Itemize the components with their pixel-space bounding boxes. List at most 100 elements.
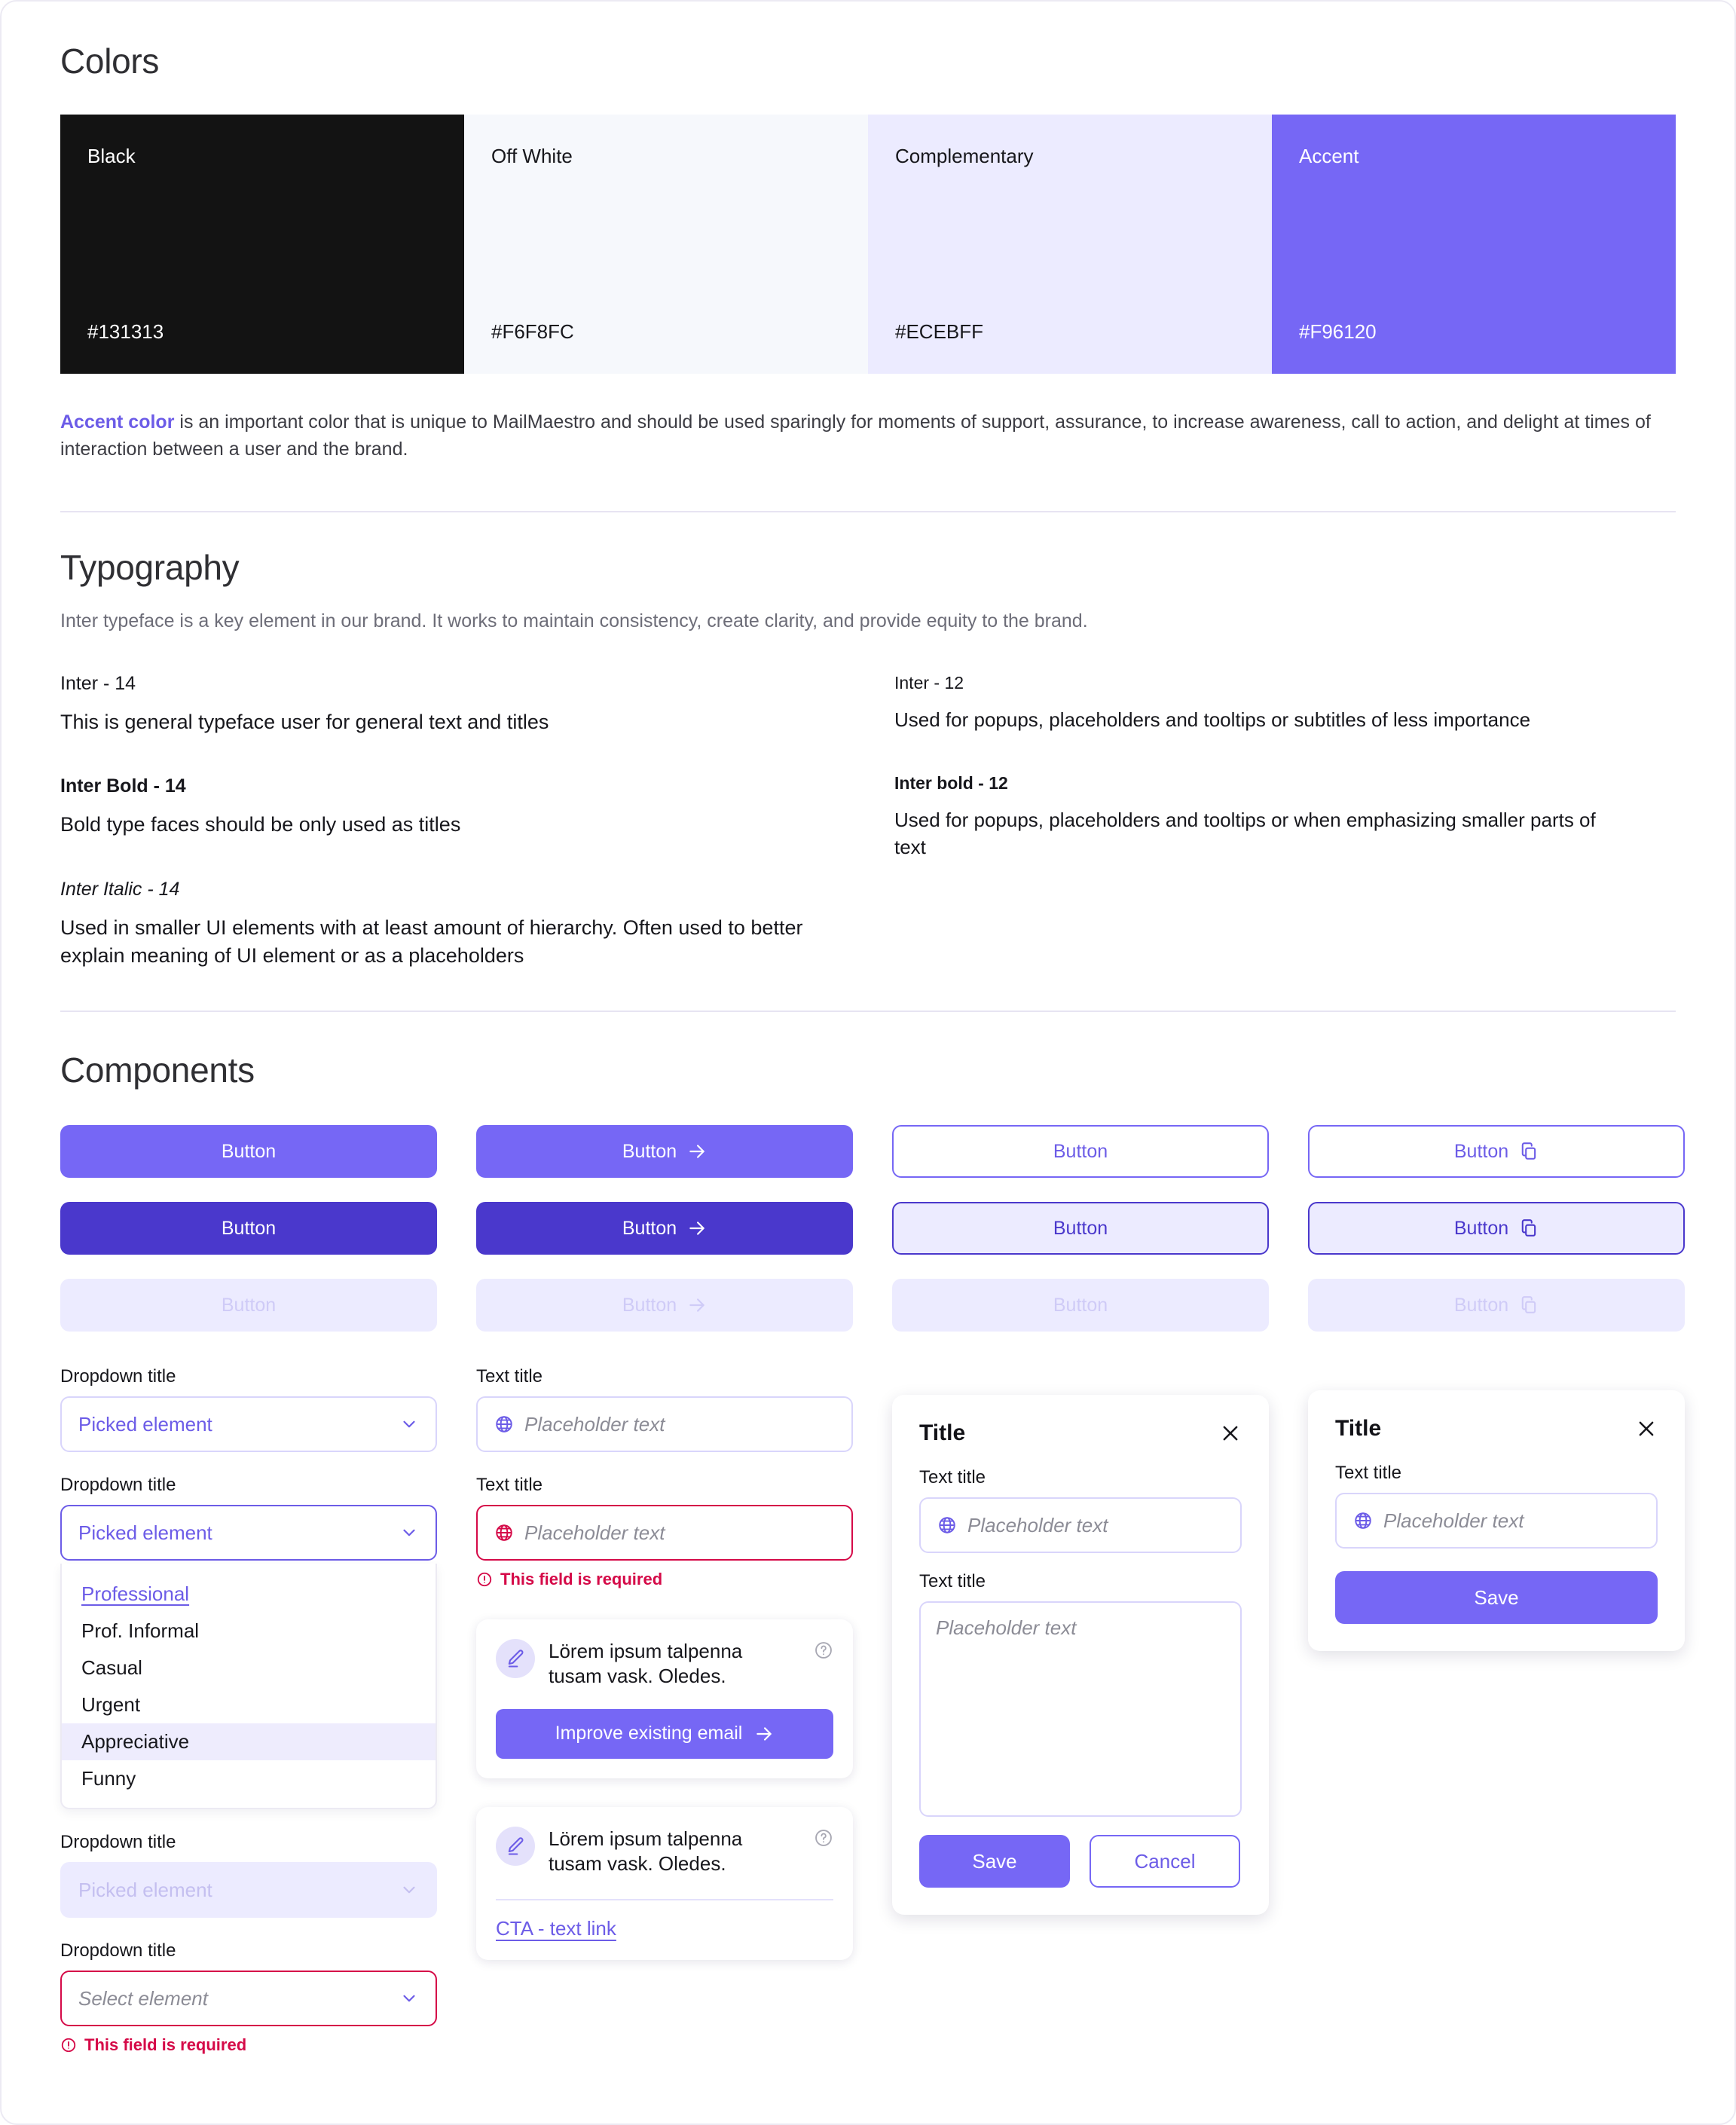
pencil-icon	[496, 1826, 535, 1866]
modal-text-field[interactable]: Placeholder text	[919, 1497, 1242, 1553]
dropdown-error[interactable]: Select element	[60, 1971, 437, 2026]
modal-header: Title	[919, 1420, 1242, 1446]
button-secondary-copy-pressed[interactable]: Button	[1308, 1202, 1685, 1255]
typography-spec-inter-14: Inter - 14 This is general typeface user…	[60, 673, 842, 736]
design-system-page: Colors Black #131313 Off White #F6F8FC C…	[0, 0, 1736, 2125]
text-field-placeholder: Placeholder text	[524, 1412, 665, 1436]
dropdown-menu: Professional Prof. Informal Casual Urgen…	[60, 1564, 437, 1809]
help-circle-icon[interactable]	[814, 1828, 833, 1851]
button-label: Button	[622, 1140, 677, 1162]
button-primary-arrow-pressed[interactable]: Button	[476, 1202, 853, 1255]
typography-spec-label: Inter Italic - 14	[60, 878, 180, 900]
typography-spec-inter-bold-14: Inter Bold - 14 Bold type faces should b…	[60, 775, 842, 839]
dropdown-default[interactable]: Picked element	[60, 1396, 437, 1452]
button-label: Button	[622, 1217, 677, 1239]
dropdown-error-group: Dropdown title Select element This field…	[60, 1940, 437, 2055]
swatch-name: Off White	[491, 145, 573, 167]
modal-large: Title Text title Placeholder text Text t…	[892, 1395, 1269, 1915]
save-button[interactable]: Save	[1335, 1571, 1658, 1624]
colors-section: Colors Black #131313 Off White #F6F8FC C…	[60, 2, 1676, 512]
save-button[interactable]: Save	[919, 1835, 1070, 1888]
close-icon[interactable]	[1635, 1417, 1658, 1440]
modal-actions: Save	[1335, 1571, 1658, 1624]
swatch-hex: #ECEBFF	[895, 320, 984, 343]
button-primary-default[interactable]: Button	[60, 1125, 437, 1178]
dropdown-default-group: Dropdown title Picked element	[60, 1366, 437, 1452]
improve-existing-email-button[interactable]: Improve existing email	[496, 1708, 833, 1759]
text-field-label: Text title	[476, 1475, 543, 1495]
error-text: This field is required	[84, 2035, 247, 2054]
button-primary-pressed[interactable]: Button	[60, 1202, 437, 1255]
button-secondary-copy-default[interactable]: Button	[1308, 1125, 1685, 1178]
typography-intro: Inter typeface is a key element in our b…	[60, 610, 1088, 631]
arrow-right-icon	[687, 1142, 707, 1161]
text-field-column: Text title Placeholder text Text title P…	[476, 1366, 853, 1961]
dropdown-option-prof-informal[interactable]: Prof. Informal	[62, 1613, 436, 1650]
modal-textarea-group: Text title Placeholder text	[919, 1571, 1242, 1817]
dropdown-disabled-group: Dropdown title Picked element	[60, 1832, 437, 1918]
color-swatch-off-white: Off White #F6F8FC	[464, 115, 868, 374]
suggestion-card-header: Lörem ipsum talpenna tusam vask. Oledes.	[496, 1826, 833, 1877]
arrow-right-icon	[687, 1218, 707, 1238]
alert-circle-icon	[60, 2037, 77, 2053]
swatch-name: Accent	[1299, 145, 1359, 167]
dropdown-label: Dropdown title	[60, 1366, 176, 1387]
color-swatch-complementary: Complementary #ECEBFF	[868, 115, 1272, 374]
typography-spec-label: Inter Bold - 14	[60, 775, 186, 797]
components-section: Components Button Button Button Button B…	[60, 1012, 1685, 2120]
modal-text-field-group: Text title Placeholder text	[1335, 1463, 1658, 1549]
modal-text-field-group: Text title Placeholder text	[919, 1467, 1242, 1553]
text-field-default-group: Text title Placeholder text	[476, 1366, 853, 1452]
typography-spec-inter-bold-12: Inter bold - 12 Used for popups, placeho…	[894, 773, 1676, 861]
dropdown-option-urgent[interactable]: Urgent	[62, 1686, 436, 1723]
dropdown-option-funny[interactable]: Funny	[62, 1760, 436, 1797]
dropdown-disabled: Picked element	[60, 1862, 437, 1918]
modal-text-field[interactable]: Placeholder text	[1335, 1493, 1658, 1549]
suggestion-card-with-button: Lörem ipsum talpenna tusam vask. Oledes.…	[476, 1619, 853, 1778]
alert-circle-icon	[476, 1571, 493, 1588]
text-field-default[interactable]: Placeholder text	[476, 1396, 853, 1452]
button-label: Button	[1453, 1294, 1509, 1316]
text-field-error[interactable]: Placeholder text	[476, 1505, 853, 1561]
button-grid: Button Button Button Button Button Butto…	[60, 1125, 1685, 1332]
modal-textarea[interactable]: Placeholder text	[919, 1601, 1242, 1817]
dropdown-open-trigger[interactable]: Picked element	[60, 1505, 437, 1561]
dropdown-option-appreciative[interactable]: Appreciative	[62, 1723, 436, 1760]
button-primary-disabled: Button	[60, 1279, 437, 1332]
close-icon[interactable]	[1219, 1422, 1242, 1445]
dropdown-value: Picked element	[78, 1521, 212, 1544]
modal-title: Title	[1335, 1416, 1382, 1441]
dropdown-option-professional[interactable]: Professional	[62, 1576, 436, 1613]
typography-spec-sample: Used in smaller UI elements with at leas…	[60, 916, 803, 967]
dropdown-option-casual[interactable]: Casual	[62, 1650, 436, 1686]
button-secondary-disabled: Button	[892, 1279, 1269, 1332]
text-field-label: Text title	[919, 1467, 986, 1488]
modal-header: Title	[1335, 1416, 1658, 1442]
chevron-down-icon	[399, 1414, 419, 1434]
button-label: Button	[1453, 1217, 1509, 1239]
help-circle-icon[interactable]	[814, 1640, 833, 1664]
accent-color-link[interactable]: Accent color	[60, 411, 174, 433]
globe-icon	[494, 1414, 514, 1434]
globe-icon	[937, 1515, 957, 1535]
typography-columns: Inter - 14 This is general typeface user…	[60, 673, 1676, 970]
button-primary-arrow-default[interactable]: Button	[476, 1125, 853, 1178]
dropdown-label: Dropdown title	[60, 1832, 176, 1852]
button-secondary-default[interactable]: Button	[892, 1125, 1269, 1178]
form-components-area: Dropdown title Picked element Dropdown t…	[60, 1366, 1685, 2120]
swatch-hex: #F6F8FC	[491, 320, 574, 343]
text-field-label: Text title	[1335, 1463, 1402, 1483]
modal-large-panel: Title Text title Placeholder text Text t…	[892, 1395, 1269, 1915]
button-label: Button	[1453, 1140, 1509, 1162]
components-heading: Components	[60, 1050, 255, 1090]
button-label: Button	[221, 1140, 277, 1162]
cancel-button[interactable]: Cancel	[1090, 1835, 1240, 1888]
typography-spec-inter-italic-14: Inter Italic - 14 Used in smaller UI ele…	[60, 879, 842, 971]
button-secondary-pressed[interactable]: Button	[892, 1202, 1269, 1255]
text-field-error-group: Text title Placeholder text This field i…	[476, 1475, 853, 1589]
suggestion-card-with-link: Lörem ipsum talpenna tusam vask. Oledes.…	[476, 1806, 853, 1961]
typography-heading: Typography	[60, 548, 240, 587]
cta-text-link[interactable]: CTA - text link	[496, 1917, 616, 1940]
dropdown-label: Dropdown title	[60, 1475, 176, 1495]
typography-spec-inter-12: Inter - 12 Used for popups, placeholders…	[894, 673, 1676, 734]
